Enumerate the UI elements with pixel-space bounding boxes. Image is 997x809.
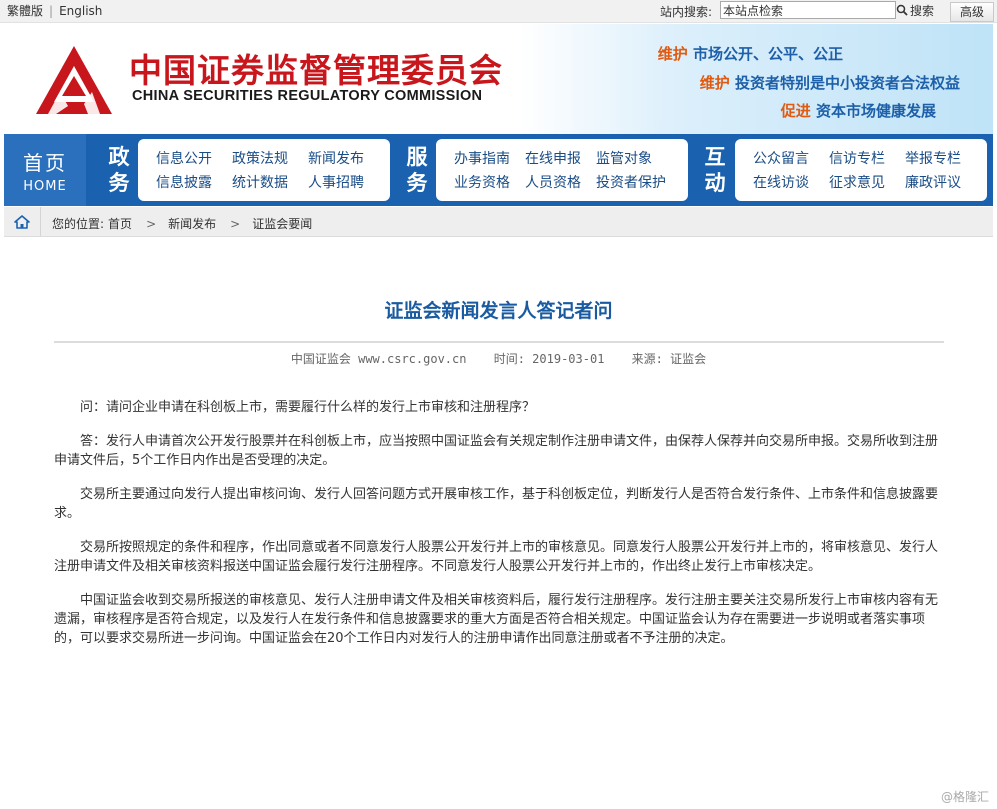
nav-group-interact-title-1: 互 [704, 144, 726, 169]
slogan-3-lead: 促进 [780, 102, 811, 120]
slogan-1-text: 市场公开、公平、公正 [692, 45, 843, 63]
nav-group-service-title: 服 务 [402, 144, 432, 196]
breadcrumb-item-home[interactable]: 首页 [108, 217, 132, 231]
breadcrumb-item-news[interactable]: 新闻发布 [168, 217, 216, 231]
nav-item-guide[interactable]: 办事指南 [454, 148, 510, 168]
nav-item-online-filing[interactable]: 在线申报 [525, 148, 581, 168]
nav-item-business-qual[interactable]: 业务资格 [454, 172, 510, 192]
nav-group-interact: 公众留言 信访专栏 举报专栏 在线访谈 征求意见 廉政评议 [735, 139, 987, 201]
nav-group-service: 办事指南 在线申报 监管对象 业务资格 人员资格 投资者保护 [436, 139, 688, 201]
slogan-3-text: 资本市场健康发展 [815, 102, 936, 120]
chevron-right-icon: > [146, 217, 157, 231]
search-button-label: 搜索 [910, 3, 935, 18]
nav-home[interactable]: 首页 HOME [4, 134, 86, 206]
nav-item-info-public[interactable]: 信息公开 [156, 148, 212, 168]
slogan-2-text: 投资者特别是中小投资者合法权益 [734, 74, 960, 92]
article-source-site: 中国证监会 www.csrc.gov.cn [290, 352, 467, 366]
slogan-2-lead: 维护 [699, 74, 730, 92]
chevron-right-icon: > [230, 217, 241, 231]
nav-item-petition[interactable]: 信访专栏 [829, 148, 885, 168]
site-title-en: CHINA SECURITIES REGULATORY COMMISSION [132, 88, 483, 104]
nav-item-recruitment[interactable]: 人事招聘 [308, 172, 364, 192]
nav-group-gov: 信息公开 政策法规 新闻发布 信息披露 统计数据 人事招聘 [138, 139, 390, 201]
site-banner: 中国证券监督管理委员会 CHINA SECURITIES REGULATORY … [4, 24, 993, 134]
article-meta: 中国证监会 www.csrc.gov.cn 时间: 2019-03-01 来源:… [0, 350, 997, 367]
nav-item-regulated[interactable]: 监管对象 [596, 148, 652, 168]
nav-item-statistics[interactable]: 统计数据 [232, 172, 288, 192]
article-paragraph-answer: 答：发行人申请首次公开发行股票并在科创板上市，应当按照中国证监会有关规定制作注册… [54, 434, 939, 468]
article-source: 来源: 证监会 [631, 352, 707, 366]
article-paragraph-3: 交易所主要通过向发行人提出审核问询、发行人回答问题方式开展审核工作，基于科创板定… [54, 487, 939, 521]
nav-group-gov-title-2: 务 [108, 170, 130, 195]
slogan-1-lead: 维护 [657, 45, 688, 63]
search-icon [896, 4, 908, 16]
nav-item-report[interactable]: 举报专栏 [905, 148, 961, 168]
title-divider [54, 341, 944, 343]
nav-item-news[interactable]: 新闻发布 [308, 148, 364, 168]
nav-group-service-title-2: 务 [406, 170, 428, 195]
nav-item-integrity[interactable]: 廉政评议 [905, 172, 961, 192]
nav-group-gov-title: 政 务 [104, 144, 134, 196]
nav-item-consultation[interactable]: 征求意见 [829, 172, 885, 192]
article-time: 时间: 2019-03-01 [493, 352, 605, 366]
nav-group-interact-title: 互 动 [700, 144, 730, 196]
nav-home-en: HOME [23, 179, 67, 194]
watermark: @格隆汇 [940, 790, 989, 804]
home-icon [14, 214, 30, 229]
article-paragraph-4: 交易所按照规定的条件和程序，作出同意或者不同意发行人股票公开发行并上市的审核意见… [54, 540, 939, 574]
breadcrumb-home[interactable] [4, 207, 41, 236]
search-button[interactable]: 搜索 [896, 1, 942, 19]
article-paragraph-question: 问：请问企业申请在科创板上市，需要履行什么样的发行上市审核和注册程序？ [80, 400, 536, 415]
nav-home-cn: 首页 [23, 151, 67, 175]
english-link[interactable]: English [59, 4, 102, 18]
breadcrumb-item-current[interactable]: 证监会要闻 [252, 217, 312, 231]
language-switch: 繁體版 | English [7, 2, 102, 19]
csrc-logo-icon[interactable] [34, 44, 114, 116]
site-search-input[interactable] [720, 1, 896, 19]
advanced-search-button[interactable]: 高级 [950, 2, 994, 22]
traditional-chinese-link[interactable]: 繁體版 [7, 4, 43, 18]
slogan-2: 维护 投资者特别是中小投资者合法权益 [700, 72, 960, 93]
article-paragraph-5: 中国证监会收到交易所报送的审核意见、发行人注册申请文件及相关审核资料后，履行发行… [54, 593, 939, 646]
main-nav: 首页 HOME 政 务 信息公开 政策法规 新闻发布 信息披露 统计数据 人事招… [4, 134, 993, 206]
nav-item-interview[interactable]: 在线访谈 [753, 172, 809, 192]
breadcrumb-label: 您的位置: [52, 217, 105, 231]
slogan-3: 促进 资本市场健康发展 [781, 100, 936, 121]
article-body: 问：请问企业申请在科创板上市，需要履行什么样的发行上市审核和注册程序？ 答：发行… [54, 398, 938, 663]
article-title: 证监会新闻发言人答记者问 [384, 300, 613, 322]
search-label: 站内搜索: [660, 5, 713, 19]
nav-group-interact-title-2: 动 [704, 170, 726, 195]
nav-item-personnel-qual[interactable]: 人员资格 [525, 172, 581, 192]
breadcrumb: 您的位置: 首页 > 新闻发布 > 证监会要闻 [4, 207, 993, 237]
nav-item-policy[interactable]: 政策法规 [232, 148, 288, 168]
nav-group-service-title-1: 服 [406, 144, 428, 169]
nav-item-investor-protection[interactable]: 投资者保护 [596, 172, 666, 192]
nav-item-public-message[interactable]: 公众留言 [753, 148, 809, 168]
nav-item-disclosure[interactable]: 信息披露 [156, 172, 212, 192]
site-title-cn: 中国证券监督管理委员会 [129, 51, 503, 90]
top-utility-bar: 繁體版 | English 站内搜索: 搜索 高级 [0, 0, 997, 23]
lang-separator: | [49, 4, 54, 18]
breadcrumb-trail: 您的位置: 首页 > 新闻发布 > 证监会要闻 [52, 215, 316, 232]
slogan-1: 维护 市场公开、公平、公正 [658, 43, 843, 64]
nav-group-gov-title-1: 政 [108, 144, 130, 169]
